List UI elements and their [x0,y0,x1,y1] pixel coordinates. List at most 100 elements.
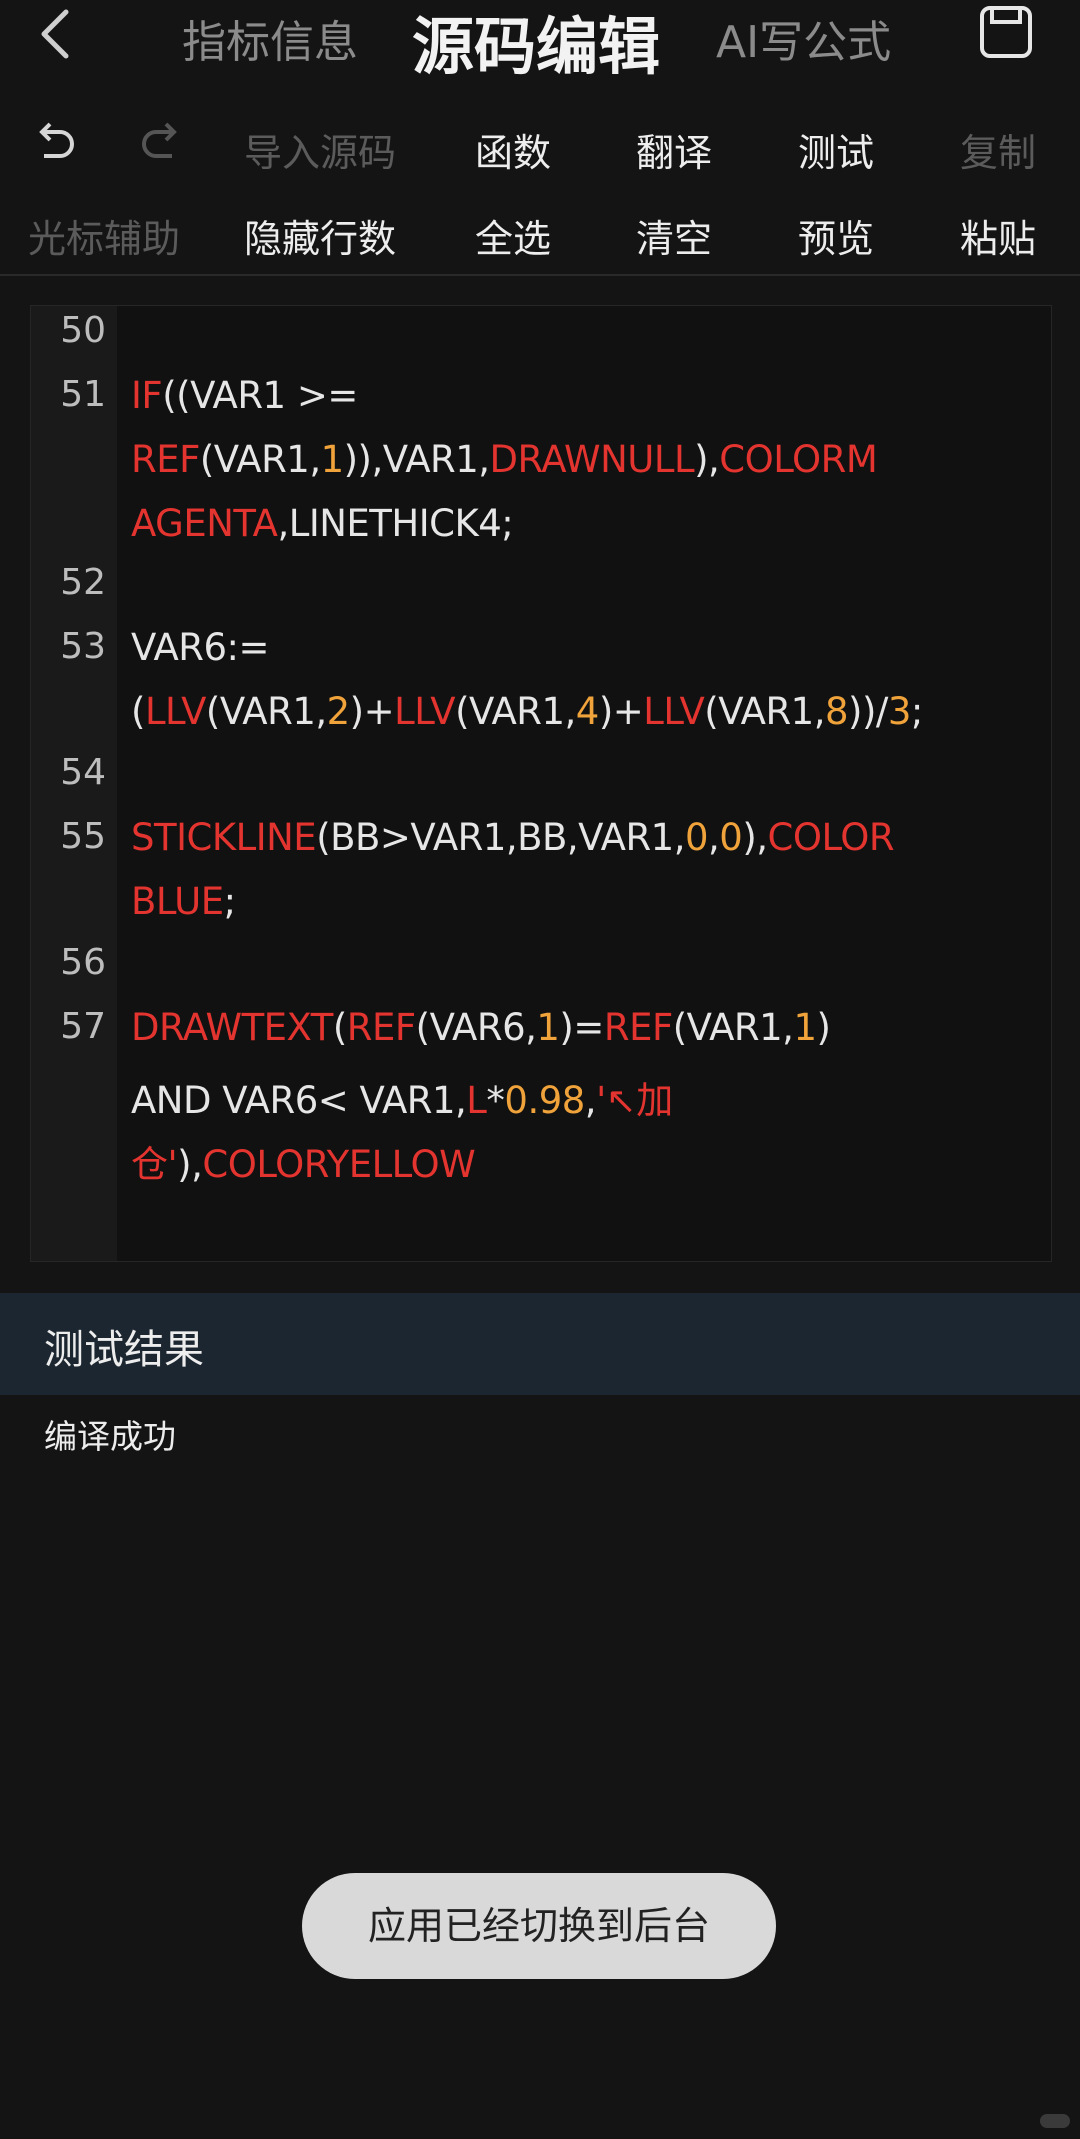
toast-message: 应用已经切换到后台 [302,1873,776,1979]
code-token: ), [694,438,720,481]
code-token: VAR6:= [131,626,269,669]
code-token: ))/ [848,690,888,733]
translate-button[interactable]: 翻译 [636,122,712,177]
test-result-header: 测试结果 [0,1293,1080,1395]
copy-button[interactable]: 复制 [960,122,1036,177]
code-token: BLUE [131,880,224,923]
code-token: )+ [349,690,395,733]
code-token: (VAR1, [199,438,321,481]
code-token: LLV [643,690,705,733]
code-token: 4 [575,690,600,733]
line-number: 50 [60,310,106,351]
code-token: COLOR [767,816,895,859]
test-button[interactable]: 测试 [798,122,874,177]
code-token: '↖加 [596,1079,673,1122]
code-token: ( [131,690,145,733]
code-token: ; [910,690,923,733]
code-token: DRAWNULL [489,438,695,481]
code-token: 1 [536,1006,560,1049]
divider [0,274,1080,276]
code-token: 仓' [131,1143,178,1186]
code-line: AND VAR6< VAR1,L*0.98,'↖加 [131,1070,673,1124]
line-number-gutter: 50 51 52 53 54 55 56 57 [31,306,117,1261]
top-bar: 指标信息 源码编辑 AI写公式 [0,0,1080,83]
toolbar-row-2: 光标辅助 隐藏行数 全选 清空 预览 粘贴 [0,196,1080,282]
code-line: REF(VAR1,1)),VAR1,DRAWNULL),COLORM [131,438,878,481]
code-line: VAR6:= [131,626,269,669]
code-token: ( [332,1006,347,1049]
code-token: ), [742,816,768,859]
code-token: (VAR1, [205,690,327,733]
code-editor[interactable]: 50 51 52 53 54 55 56 57 IF((VAR1 >= REF(V… [30,305,1052,1262]
tab-indicator-info[interactable]: 指标信息 [182,6,358,70]
redo-icon[interactable] [138,116,186,173]
hide-line-numbers-button[interactable]: 隐藏行数 [244,208,396,263]
code-token: REF [603,1006,673,1049]
tab-bar: 指标信息 源码编辑 AI写公式 [0,0,1080,83]
code-token: (VAR1, [672,1006,794,1049]
line-number: 54 [60,752,106,793]
line-number: 52 [60,562,106,603]
code-token: , [584,1079,597,1122]
test-result-title: 测试结果 [44,1327,204,1373]
code-token: IF [131,374,163,417]
code-token: REF [131,438,200,481]
code-token: 0 [684,816,709,859]
line-number: 57 [60,1006,106,1047]
code-token: DRAWTEXT [131,1006,333,1049]
code-token: ; [223,880,236,923]
code-line: IF((VAR1 >= [131,374,358,417]
code-line: DRAWTEXT(REF(VAR6,1)=REF(VAR1,1) [131,1006,831,1049]
code-token: STICKLINE [131,816,317,859]
code-token: AGENTA [131,502,278,545]
code-token: )+ [598,690,644,733]
test-result-message: 编译成功 [44,1417,176,1456]
cursor-assist-button[interactable]: 光标辅助 [28,208,180,263]
code-token: (VAR1, [455,690,576,733]
line-number: 56 [60,942,106,983]
line-number: 51 [60,374,106,415]
code-token: 3 [887,690,912,733]
code-token: L [466,1079,487,1122]
watermark-badge [1040,2114,1070,2128]
code-token: ), [177,1143,203,1186]
code-token: LLV [394,690,456,733]
preview-button[interactable]: 预览 [798,208,874,263]
select-all-button[interactable]: 全选 [475,208,551,263]
code-token: COLORM [719,438,878,481]
line-number: 55 [60,816,106,857]
line-number: 53 [60,626,106,667]
code-token: AND VAR6< VAR1, [131,1079,467,1122]
clear-button[interactable]: 清空 [636,208,712,263]
code-token: 8 [824,690,849,733]
tab-source-edit[interactable]: 源码编辑 [412,0,660,86]
import-source-button[interactable]: 导入源码 [244,122,396,177]
toolbar-row-1: 导入源码 函数 翻译 测试 复制 [0,110,1080,196]
undo-icon[interactable] [30,116,78,173]
code-line: BLUE; [131,880,236,923]
code-token: (VAR6, [415,1006,537,1049]
code-token: ((VAR1 >= [162,374,358,417]
code-token: * [486,1079,505,1122]
code-token: 2 [326,690,351,733]
code-line: AGENTA,LINETHICK4; [131,502,514,545]
code-token: (VAR1, [704,690,825,733]
paste-button[interactable]: 粘贴 [960,208,1036,263]
save-icon[interactable] [978,4,1034,60]
code-token: ,LINETHICK4; [277,502,514,545]
code-token: )= [559,1006,604,1049]
code-token: ) [816,1006,831,1049]
code-token: LLV [144,690,206,733]
tab-ai-formula[interactable]: AI写公式 [716,6,891,70]
code-line: STICKLINE(BB>VAR1,BB,VAR1,0,0),COLOR [131,816,895,859]
code-token: (BB>VAR1,BB,VAR1, [316,816,685,859]
functions-button[interactable]: 函数 [475,122,551,177]
code-token: , [708,816,720,859]
code-token: 0 [719,816,743,859]
code-line: 仓'),COLORYELLOW [131,1134,476,1188]
editor-toolbar: 导入源码 函数 翻译 测试 复制 光标辅助 隐藏行数 全选 清空 预览 粘贴 [0,110,1080,282]
code-token: 0.98 [504,1079,585,1122]
code-token: 1 [793,1006,817,1049]
code-token: 1 [320,438,345,481]
code-token: REF [346,1006,416,1049]
